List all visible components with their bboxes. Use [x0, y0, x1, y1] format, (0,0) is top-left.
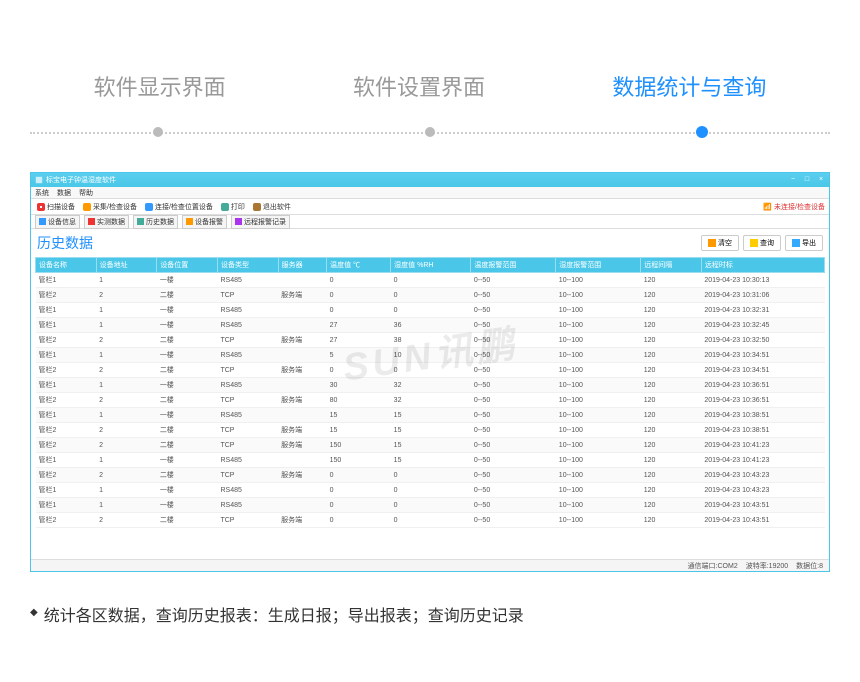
connect-device-button[interactable]: 连接/检查位置设备	[143, 201, 215, 213]
table-row[interactable]: 管栏11一楼RS48527360--5010--1001202019-04-23…	[36, 318, 825, 333]
subtab-alarm[interactable]: 设备报警	[182, 215, 227, 229]
column-header[interactable]: 温度值 ℃	[327, 258, 391, 273]
column-header[interactable]: 设备地址	[96, 258, 157, 273]
subtab-history[interactable]: 历史数据	[133, 215, 178, 229]
door-icon	[253, 203, 261, 211]
alarm-icon	[186, 218, 193, 225]
table-row[interactable]: 管栏22二楼TCP服务端000--5010--1001202019-04-23 …	[36, 288, 825, 303]
history-table: 设备名称设备地址设备位置设备类型服务器温度值 ℃湿度值 %RH温度报警范围湿度报…	[35, 257, 825, 528]
shield-icon	[221, 203, 229, 211]
trash-icon	[708, 239, 716, 247]
connection-status: 📶未连接/检查设备	[763, 202, 825, 212]
subtab-remote-alarm[interactable]: 远程报警记录	[231, 215, 290, 229]
column-header[interactable]: 服务器	[278, 258, 327, 273]
table-row[interactable]: 管栏11一楼RS48530320--5010--1001202019-04-23…	[36, 378, 825, 393]
tab-statistics[interactable]: 数据统计与查询	[592, 70, 786, 102]
export-icon	[792, 239, 800, 247]
app-window: 标宝电子钟温湿度软件 − □ × 系统 数据 帮助 扫描设备 采集/检查设备 连…	[30, 172, 830, 572]
subtab-device-info[interactable]: 设备信息	[35, 215, 80, 229]
table-container: 设备名称设备地址设备位置设备类型服务器温度值 ℃湿度值 %RH温度报警范围湿度报…	[31, 257, 829, 559]
table-row[interactable]: 管栏22二楼TCP服务端000--5010--1001202019-04-23 …	[36, 468, 825, 483]
column-header[interactable]: 设备名称	[36, 258, 97, 273]
table-row[interactable]: 管栏22二楼TCP服务端150150--5010--1001202019-04-…	[36, 438, 825, 453]
person-icon	[83, 203, 91, 211]
table-row[interactable]: 管栏11一楼RS485000--5010--1001202019-04-23 1…	[36, 498, 825, 513]
maximize-button[interactable]: □	[803, 176, 811, 184]
menu-data[interactable]: 数据	[57, 188, 71, 198]
column-header[interactable]: 设备类型	[217, 258, 278, 273]
table-row[interactable]: 管栏11一楼RS4855100--5010--1001202019-04-23 …	[36, 348, 825, 363]
column-header[interactable]: 湿度报警范围	[556, 258, 641, 273]
tab-dot-3-active	[696, 126, 708, 138]
info-icon	[39, 218, 46, 225]
table-row[interactable]: 管栏22二楼TCP服务端27380--5010--1001202019-04-2…	[36, 333, 825, 348]
tab-dot-1	[153, 127, 163, 137]
section-title: 历史数据	[37, 233, 93, 253]
table-row[interactable]: 管栏11一楼RS485000--5010--1001202019-04-23 1…	[36, 303, 825, 318]
statusbar: 通信端口:COM2 波特率:19200 数据位:8	[31, 559, 829, 571]
tab-settings[interactable]: 软件设置界面	[333, 70, 505, 102]
tab-dot-2	[425, 127, 435, 137]
footer-description: 统计各区数据，查询历史报表：生成日报；导出报表；查询历史记录	[30, 602, 830, 626]
signal-icon: 📶	[763, 203, 772, 211]
window-title: 标宝电子钟温湿度软件	[46, 175, 789, 185]
column-header[interactable]: 温度报警范围	[471, 258, 556, 273]
section-header: 历史数据 清空 查询 导出	[31, 229, 829, 257]
clock-icon	[137, 218, 144, 225]
app-icon	[35, 176, 43, 184]
exit-button[interactable]: 退出软件	[251, 201, 293, 213]
monitor-icon	[88, 218, 95, 225]
status-port: 通信端口:COM2	[688, 561, 738, 571]
clear-button[interactable]: 清空	[701, 235, 739, 251]
export-button[interactable]: 导出	[785, 235, 823, 251]
scan-device-button[interactable]: 扫描设备	[35, 201, 77, 213]
tab-display[interactable]: 软件显示界面	[74, 70, 246, 102]
column-header[interactable]: 湿度值 %RH	[391, 258, 471, 273]
nav-tabs: 软件显示界面 软件设置界面 数据统计与查询	[30, 70, 830, 102]
column-header[interactable]: 远程时标	[701, 258, 824, 273]
status-baud: 波特率:19200	[746, 561, 788, 571]
table-row[interactable]: 管栏22二楼TCP服务端15150--5010--1001202019-04-2…	[36, 423, 825, 438]
close-button[interactable]: ×	[817, 176, 825, 184]
menubar: 系统 数据 帮助	[31, 187, 829, 199]
remote-icon	[235, 218, 242, 225]
menu-system[interactable]: 系统	[35, 188, 49, 198]
table-row[interactable]: 管栏22二楼TCP服务端000--5010--1001202019-04-23 …	[36, 363, 825, 378]
minimize-button[interactable]: −	[789, 176, 797, 184]
menu-help[interactable]: 帮助	[79, 188, 93, 198]
link-icon	[145, 203, 153, 211]
toolbar: 扫描设备 采集/检查设备 连接/检查位置设备 打印 退出软件 📶未连接/检查设备	[31, 199, 829, 215]
table-row[interactable]: 管栏11一楼RS485150150--5010--1001202019-04-2…	[36, 453, 825, 468]
column-header[interactable]: 远程间隔	[641, 258, 702, 273]
table-row[interactable]: 管栏22二楼TCP服务端80320--5010--1001202019-04-2…	[36, 393, 825, 408]
sub-toolbar: 设备信息 实测数据 历史数据 设备报警 远程报警记录	[31, 215, 829, 229]
table-row[interactable]: 管栏11一楼RS485000--5010--1001202019-04-23 1…	[36, 483, 825, 498]
tab-indicator-line	[30, 122, 830, 142]
table-row[interactable]: 管栏22二楼TCP服务端000--5010--1001202019-04-23 …	[36, 513, 825, 528]
subtab-realtime[interactable]: 实测数据	[84, 215, 129, 229]
target-icon	[37, 203, 45, 211]
status-databits: 数据位:8	[796, 561, 823, 571]
titlebar: 标宝电子钟温湿度软件 − □ ×	[31, 173, 829, 187]
search-icon	[750, 239, 758, 247]
column-header[interactable]: 设备位置	[157, 258, 218, 273]
print-button[interactable]: 打印	[219, 201, 247, 213]
table-row[interactable]: 管栏11一楼RS485000--5010--1001202019-04-23 1…	[36, 273, 825, 288]
query-button[interactable]: 查询	[743, 235, 781, 251]
collect-device-button[interactable]: 采集/检查设备	[81, 201, 139, 213]
table-row[interactable]: 管栏11一楼RS48515150--5010--1001202019-04-23…	[36, 408, 825, 423]
